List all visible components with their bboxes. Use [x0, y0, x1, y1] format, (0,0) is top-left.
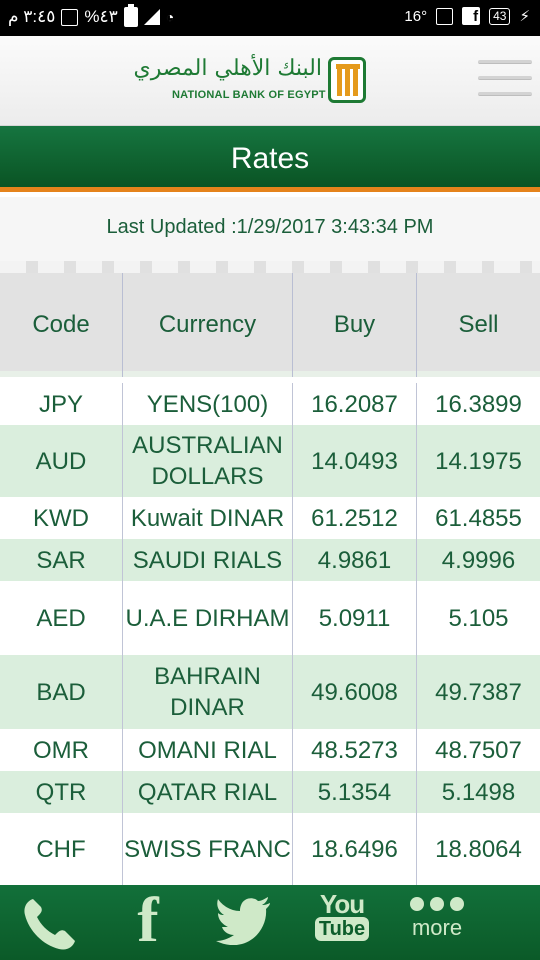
bank-emblem-icon	[328, 57, 366, 103]
app-header: البنك الأهلي المصري NATIONAL BANK OF EGY…	[0, 36, 540, 126]
table-row: AUD AUSTRALIAN DOLLARS 14.0493 14.1975	[0, 425, 540, 497]
cell-sell: 16.3899	[435, 390, 522, 418]
column-header-code: Code	[0, 273, 123, 377]
table-header: Code Currency Buy Sell	[0, 273, 540, 377]
facebook-button[interactable]: f	[118, 885, 178, 960]
phone-icon	[24, 899, 75, 950]
table-row: OMR OMANI RIAL 48.5273 48.7507	[0, 729, 540, 771]
cell-sell: 4.9996	[441, 546, 516, 574]
signal-icon	[143, 9, 160, 25]
cell-code: CHF	[0, 813, 123, 885]
table-row: SAR SAUDI RIALS 4.9861 4.9996	[0, 539, 540, 581]
cell-code: KWD	[0, 497, 123, 539]
cell-code: OMR	[0, 729, 123, 771]
status-left: ٣:٤٥ م %٤٣ ◔	[8, 4, 175, 27]
table-row: AED U.A.E DIRHAM 5.0911 5.105	[0, 581, 540, 655]
cell-buy: 61.2512	[293, 497, 417, 539]
cell-buy: 5.1354	[293, 771, 417, 813]
youtube-button[interactable]: You Tube	[312, 885, 372, 960]
cell-buy: 14.0493	[293, 425, 417, 497]
cell-code: AED	[0, 581, 123, 655]
cell-currency: OMANI RIAL	[123, 729, 293, 771]
more-label: more	[411, 915, 463, 940]
table-row: KWD Kuwait DINAR 61.2512 61.4855	[0, 497, 540, 539]
cell-code: SAR	[0, 539, 123, 581]
table-row: BAD BAHRAIN DINAR 49.6008 49.7387	[0, 655, 540, 729]
sim-icon	[61, 8, 79, 26]
page-title: Rates	[230, 142, 310, 175]
column-header-currency: Currency	[123, 273, 293, 377]
cell-buy: 5.0911	[293, 581, 417, 655]
cell-code: AUD	[0, 425, 123, 497]
cell-currency: SAUDI RIALS	[123, 539, 293, 581]
table-row: QTR QATAR RIAL 5.1354 5.1498	[0, 771, 540, 813]
logo-english-text: NATIONAL BANK OF EGYPT	[172, 89, 326, 101]
cell-currency: Kuwait DINAR	[123, 497, 293, 539]
cell-sell: 5.1498	[441, 778, 516, 806]
temperature: 16°	[404, 7, 428, 25]
table-row: JPY YENS(100) 16.2087 16.3899	[0, 383, 540, 425]
hamburger-menu-icon[interactable]	[478, 60, 532, 104]
cell-currency: SWISS FRANC	[123, 813, 293, 885]
bottom-nav: f You Tube more	[0, 885, 540, 960]
column-header-buy: Buy	[293, 273, 417, 377]
last-updated: Last Updated :1/29/2017 3:43:34 PM	[0, 197, 540, 261]
cell-currency: YENS(100)	[123, 383, 293, 425]
cell-buy: 49.6008	[293, 655, 417, 729]
phone-call-button[interactable]	[20, 885, 80, 960]
column-header-sell: Sell	[458, 311, 499, 338]
charging-icon: ⚡	[519, 8, 530, 25]
wifi-icon: ◔	[165, 9, 175, 25]
table-row: CHF SWISS FRANC 18.6496 18.8064	[0, 813, 540, 885]
cell-buy: 48.5273	[293, 729, 417, 771]
cell-sell: 49.7387	[435, 678, 522, 706]
cell-buy: 16.2087	[293, 383, 417, 425]
cell-currency: U.A.E DIRHAM	[123, 581, 293, 655]
cell-buy: 18.6496	[293, 813, 417, 885]
youtube-icon-top: You	[319, 889, 365, 919]
bank-logo[interactable]: البنك الأهلي المصري NATIONAL BANK OF EGY…	[133, 54, 370, 110]
battery-percent: %٤٣	[84, 7, 118, 26]
cell-currency: AUSTRALIAN DOLLARS	[123, 425, 293, 497]
battery-icon	[123, 4, 138, 27]
cell-buy: 4.9861	[293, 539, 417, 581]
divider	[0, 261, 540, 273]
logo-arabic-text: البنك الأهلي المصري	[133, 56, 322, 81]
youtube-icon-bottom: Tube	[314, 917, 370, 941]
cell-sell: 48.7507	[435, 736, 522, 764]
cell-currency: BAHRAIN DINAR	[123, 655, 293, 729]
notification-count: 43	[489, 7, 511, 25]
twitter-icon	[216, 897, 270, 946]
status-bar: ٣:٤٥ م %٤٣ ◔ 16° f 43 ⚡	[0, 0, 540, 36]
cell-sell: 14.1975	[435, 447, 522, 475]
more-button[interactable]: more	[402, 885, 472, 960]
cell-sell: 18.8064	[435, 835, 522, 863]
twitter-button[interactable]	[214, 885, 274, 960]
gallery-icon	[436, 7, 454, 25]
cell-code: QTR	[0, 771, 123, 813]
facebook-icon: f	[137, 884, 159, 955]
cell-currency: QATAR RIAL	[123, 771, 293, 813]
clock: ٣:٤٥ م	[8, 7, 56, 26]
cell-sell: 61.4855	[435, 504, 522, 532]
cell-sell: 5.105	[448, 604, 509, 632]
more-dots-icon	[402, 897, 472, 911]
title-bar: Rates	[0, 126, 540, 192]
cell-code: JPY	[0, 383, 123, 425]
facebook-notification-icon: f	[462, 7, 481, 25]
cell-code: BAD	[0, 655, 123, 729]
status-right: 16° f 43 ⚡	[404, 7, 530, 25]
